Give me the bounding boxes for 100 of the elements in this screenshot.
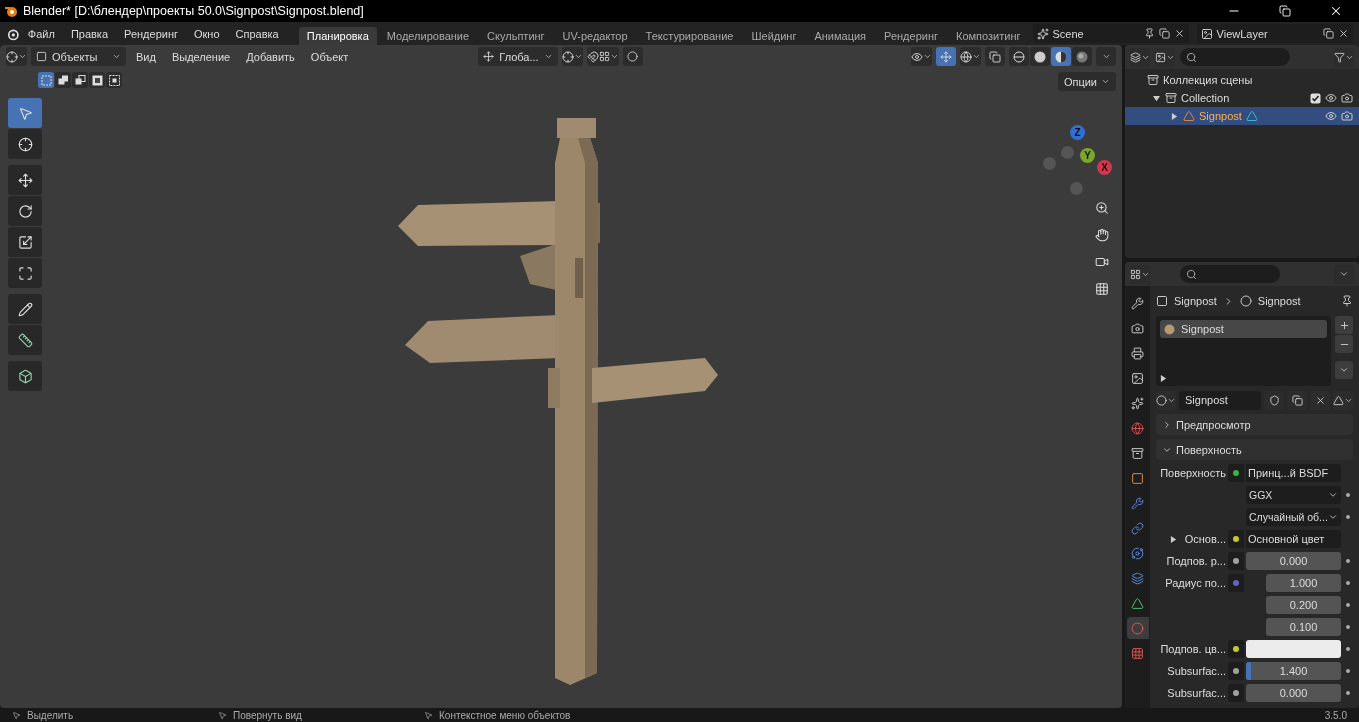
shading-button[interactable]: [1051, 47, 1071, 66]
tool-button[interactable]: [8, 227, 42, 257]
editor-type-button[interactable]: [6, 47, 27, 66]
keyframe-dot[interactable]: [1346, 603, 1350, 607]
disclosure-triangle-icon[interactable]: [1153, 94, 1160, 102]
keyframe-dot[interactable]: [1346, 647, 1350, 651]
menu-item[interactable]: Рендеринг: [117, 27, 185, 40]
unlink-button[interactable]: [1310, 390, 1330, 410]
tool-button[interactable]: [8, 325, 42, 355]
mode-dropdown[interactable]: Объекты: [31, 47, 126, 66]
shader-link-field[interactable]: Основной цвет: [1246, 530, 1341, 548]
workspace-tab[interactable]: UV-редактор: [554, 26, 636, 45]
tool-button[interactable]: [8, 196, 42, 226]
workspace-tab[interactable]: Моделирование: [378, 26, 478, 45]
dropdown[interactable]: GGX: [1246, 486, 1341, 504]
view-layer-selector[interactable]: ViewLayer: [1196, 24, 1353, 43]
pivot-button[interactable]: [561, 47, 583, 66]
tool-button[interactable]: [8, 294, 42, 324]
checkbox[interactable]: [1310, 92, 1321, 104]
select-mode-button[interactable]: [72, 72, 88, 88]
viewport-menu[interactable]: Добавить: [240, 50, 301, 63]
menu-item[interactable]: Файл: [20, 27, 62, 40]
snap-button[interactable]: [586, 47, 619, 66]
scene-selector[interactable]: Scene: [1032, 24, 1189, 43]
material-name-field[interactable]: Signpost: [1179, 390, 1261, 410]
keyframe-dot[interactable]: [1346, 625, 1350, 629]
number-field[interactable]: 0.200: [1266, 596, 1341, 614]
viewport-menu[interactable]: Вид: [130, 50, 162, 63]
editor-type-button[interactable]: [1130, 264, 1150, 284]
shading-button[interactable]: [1009, 47, 1029, 66]
proportional-button[interactable]: [622, 47, 643, 66]
panel-header[interactable]: Предпросмотр: [1156, 414, 1353, 435]
axis-label[interactable]: X: [1097, 160, 1112, 175]
gizmo-button[interactable]: [936, 47, 956, 66]
shading-button[interactable]: [1072, 47, 1092, 66]
menu-item[interactable]: Правка: [63, 27, 116, 40]
select-mode-button[interactable]: [55, 72, 71, 88]
socket-button[interactable]: [1228, 640, 1244, 658]
number-field[interactable]: 0.100: [1266, 618, 1341, 636]
link-mode-button[interactable]: [1333, 390, 1353, 410]
outliner-row[interactable]: Collection: [1125, 89, 1359, 107]
workspace-tab[interactable]: Скульптинг: [479, 26, 553, 45]
color-swatch[interactable]: [1246, 640, 1341, 658]
socket-button[interactable]: [1228, 662, 1244, 680]
overlay-button[interactable]: [960, 47, 981, 66]
number-field[interactable]: 0.000: [1246, 684, 1341, 702]
orientation-dropdown[interactable]: Глоба...: [478, 47, 558, 66]
shader-link-field[interactable]: Принц...й BSDF: [1246, 464, 1341, 482]
filter-button[interactable]: [1334, 47, 1354, 67]
search-field[interactable]: [1180, 265, 1280, 283]
workspace-tab[interactable]: Композитинг: [948, 26, 1029, 45]
workspace-tab[interactable]: Анимация: [806, 26, 875, 45]
xray-button[interactable]: [985, 47, 1005, 66]
axis-label[interactable]: Y: [1080, 148, 1095, 163]
outliner-row[interactable]: Коллекция сцены: [1125, 71, 1359, 89]
keyframe-dot[interactable]: [1346, 581, 1350, 585]
menu-item[interactable]: Справка: [228, 27, 286, 40]
socket-button[interactable]: [1228, 552, 1244, 570]
editor-type-button[interactable]: [1130, 47, 1150, 67]
keyframe-dot[interactable]: [1346, 559, 1350, 563]
select-mode-button[interactable]: [89, 72, 105, 88]
shading-button[interactable]: [1030, 47, 1050, 66]
properties-tab[interactable]: [1126, 617, 1149, 639]
tool-button[interactable]: [8, 165, 42, 195]
visibility-button[interactable]: [911, 47, 932, 66]
workspace-tab[interactable]: Рендеринг: [876, 26, 946, 45]
keyframe-dot[interactable]: [1346, 669, 1350, 673]
socket-button[interactable]: [1228, 464, 1244, 482]
keyframe-dot[interactable]: [1346, 493, 1350, 497]
outliner-row[interactable]: Signpost: [1125, 107, 1359, 125]
viewport-menu[interactable]: Выделение: [165, 50, 237, 63]
number-field[interactable]: 1.000: [1266, 574, 1341, 592]
tool-button[interactable]: [8, 361, 42, 391]
dropdown[interactable]: Случайный об...: [1246, 508, 1341, 526]
menu-item[interactable]: Окно: [187, 27, 227, 40]
disclosure-triangle-icon[interactable]: [1171, 112, 1178, 120]
axis-label[interactable]: Z: [1070, 125, 1085, 140]
slider-field[interactable]: 1.400: [1246, 662, 1341, 680]
keyframe-dot[interactable]: [1346, 515, 1350, 519]
select-mode-button[interactable]: [106, 72, 122, 88]
tool-button[interactable]: [8, 129, 42, 159]
search-field[interactable]: [1180, 48, 1290, 66]
remove-slot-button[interactable]: [1335, 335, 1353, 353]
browse-material-button[interactable]: [1156, 390, 1176, 410]
display-mode-button[interactable]: [1155, 47, 1175, 67]
material-slot[interactable]: Signpost: [1160, 320, 1327, 338]
duplicate-button[interactable]: [1287, 390, 1307, 410]
options-dropdown[interactable]: Опции: [1057, 72, 1116, 91]
workspace-tab[interactable]: Текстурирование: [637, 26, 742, 45]
panel-header[interactable]: Поверхность: [1156, 439, 1353, 460]
fake-user-button[interactable]: [1264, 390, 1284, 410]
keyframe-dot[interactable]: [1346, 691, 1350, 695]
tool-button[interactable]: [8, 258, 42, 288]
add-slot-button[interactable]: [1335, 316, 1353, 334]
viewport-menu[interactable]: Объект: [304, 50, 355, 63]
socket-button[interactable]: [1228, 530, 1244, 548]
socket-button[interactable]: [1228, 684, 1244, 702]
expand-triangle-icon[interactable]: [1160, 375, 1167, 382]
workspace-tab[interactable]: Планировка: [298, 26, 377, 45]
expand-triangle-icon[interactable]: [1169, 535, 1177, 543]
